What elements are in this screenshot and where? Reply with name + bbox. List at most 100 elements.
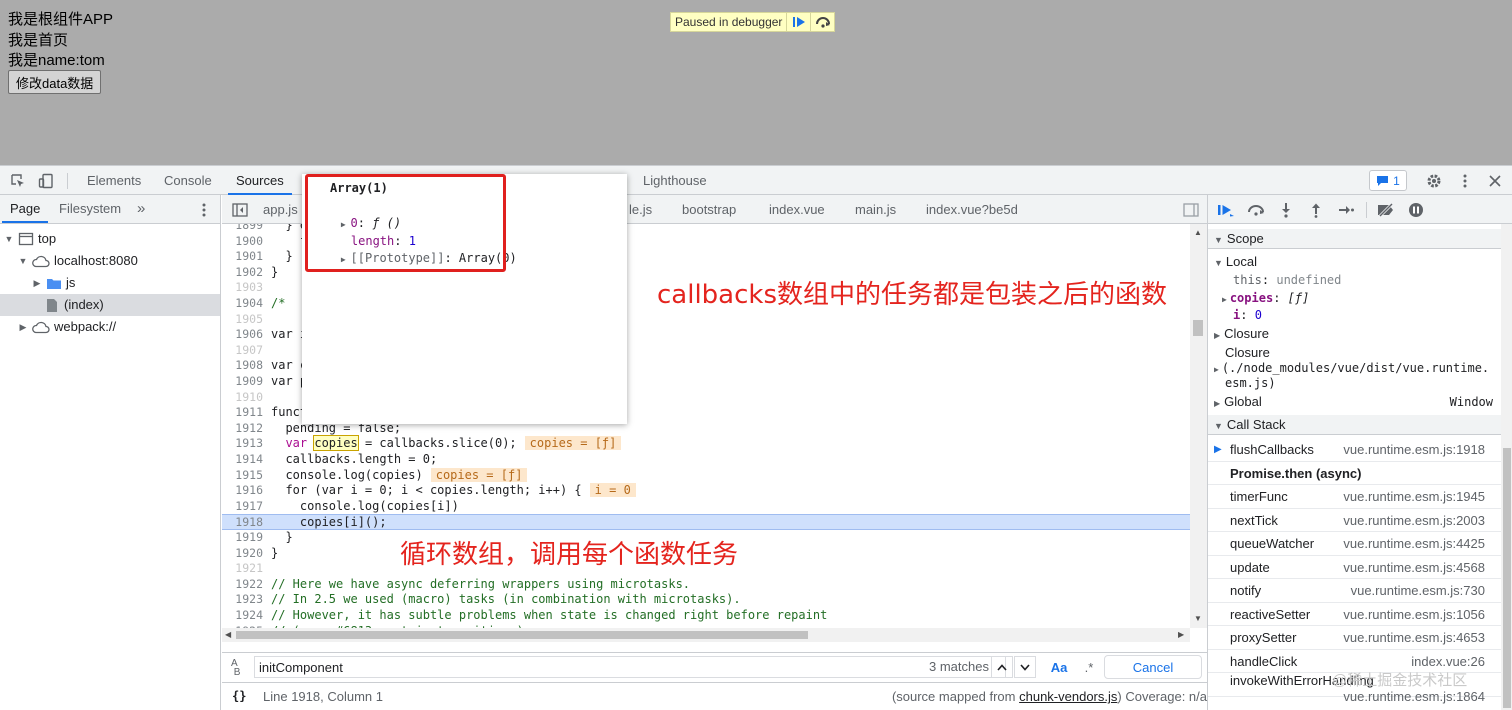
close-icon[interactable] bbox=[1486, 172, 1504, 190]
search-next-chevron-down-icon[interactable] bbox=[1014, 656, 1036, 678]
scope-global[interactable]: ▶ Global Window bbox=[1214, 394, 1493, 412]
line-number[interactable]: 1907 bbox=[222, 343, 263, 359]
search-input[interactable] bbox=[254, 656, 1006, 678]
call-frame[interactable]: proxySetter vue.runtime.esm.js:4653 bbox=[1208, 626, 1501, 650]
line-number[interactable]: 1916 bbox=[222, 483, 263, 499]
code-line[interactable]: 1914 callbacks.length = 0; bbox=[222, 452, 1190, 468]
step-into-icon[interactable] bbox=[1276, 200, 1296, 220]
scroll-left-arrow-icon[interactable]: ◀ bbox=[225, 630, 231, 639]
hovered-variable[interactable]: copies bbox=[313, 435, 359, 452]
tree-item-webpack[interactable]: ▶ webpack:// bbox=[0, 316, 220, 338]
code-line[interactable]: 1915 console.log(copies) copies = [ƒ] bbox=[222, 467, 1190, 484]
horizontal-scrollbar[interactable]: ◀ ▶ bbox=[222, 628, 1190, 642]
call-frame[interactable]: update vue.runtime.esm.js:4568 bbox=[1208, 556, 1501, 579]
line-number[interactable]: 1912 bbox=[222, 421, 263, 437]
code-line[interactable]: 1916 for (var i = 0; i < copies.length; … bbox=[222, 483, 1190, 499]
more-tabs-chevron-icon[interactable]: » bbox=[137, 195, 145, 223]
line-number[interactable]: 1919 bbox=[222, 530, 263, 546]
toggle-navigator-icon[interactable] bbox=[231, 201, 249, 219]
vertical-scrollbar[interactable]: ▲ ▼ bbox=[1190, 224, 1207, 628]
scroll-up-arrow-icon[interactable]: ▲ bbox=[1194, 228, 1202, 237]
line-number[interactable]: 1902 bbox=[222, 265, 263, 281]
scope-var-i[interactable]: i: 0 bbox=[1233, 307, 1262, 323]
tree-item-localhost[interactable]: ▼ localhost:8080 bbox=[0, 250, 220, 272]
file-tab-index-vue[interactable]: index.vue bbox=[769, 195, 825, 224]
source-map-link[interactable]: chunk-vendors.js bbox=[1019, 689, 1117, 704]
line-number[interactable]: 1921 bbox=[222, 561, 263, 577]
line-number[interactable]: 1917 bbox=[222, 499, 263, 515]
call-frame[interactable]: queueWatcher vue.runtime.esm.js:4425 bbox=[1208, 532, 1501, 556]
tree-item-js[interactable]: ▶ js bbox=[0, 272, 220, 294]
pause-on-exceptions-icon[interactable] bbox=[1406, 200, 1426, 220]
line-number[interactable]: 1900 bbox=[222, 234, 263, 250]
line-number[interactable]: 1923 bbox=[222, 592, 263, 608]
step-icon[interactable] bbox=[1336, 200, 1356, 220]
line-number[interactable]: 1920 bbox=[222, 546, 263, 562]
line-number[interactable]: 1906 bbox=[222, 327, 263, 343]
call-frame[interactable]: notify vue.runtime.esm.js:730 bbox=[1208, 579, 1501, 603]
tree-item-top[interactable]: ▼ top bbox=[0, 228, 220, 250]
code-line[interactable]: 1922 // Here we have async deferring wrap… bbox=[222, 577, 1190, 593]
regex-button[interactable]: .* bbox=[1078, 656, 1100, 678]
match-case-button[interactable]: Aa bbox=[1048, 656, 1070, 678]
line-number[interactable]: 1903 bbox=[222, 280, 263, 296]
navigator-menu-icon[interactable] bbox=[195, 201, 213, 219]
search-prev-chevron-up-icon[interactable] bbox=[991, 656, 1013, 678]
pretty-print-braces-icon[interactable]: {} bbox=[232, 689, 246, 703]
deactivate-breakpoints-icon[interactable] bbox=[1376, 200, 1396, 220]
more-vertical-icon[interactable] bbox=[1456, 172, 1474, 190]
code-line[interactable]: 1924 // However, it has subtle problems w… bbox=[222, 608, 1190, 624]
file-tab-bootstrap[interactable]: bootstrap bbox=[682, 195, 736, 224]
line-number[interactable]: 1922 bbox=[222, 577, 263, 593]
call-frame[interactable]: reactiveSetter vue.runtime.esm.js:1056 bbox=[1208, 603, 1501, 626]
line-number[interactable]: 1901 bbox=[222, 249, 263, 265]
step-over-icon[interactable] bbox=[1246, 200, 1266, 220]
line-number[interactable]: 1904 bbox=[222, 296, 263, 312]
resume-icon[interactable] bbox=[1216, 200, 1236, 220]
scope-var-copies[interactable]: ▶ copies: [ƒ] bbox=[1222, 290, 1309, 308]
scope-section-header[interactable]: ▼ Scope bbox=[1208, 229, 1501, 249]
scroll-thumb[interactable] bbox=[1193, 320, 1203, 336]
code-line[interactable]: 1913 var copies = callbacks.slice(0); cop… bbox=[222, 435, 1190, 452]
line-number[interactable]: 1913 bbox=[222, 436, 263, 452]
gear-icon[interactable] bbox=[1425, 172, 1443, 190]
file-tab-index-vue-be5d[interactable]: index.vue?be5d bbox=[926, 195, 1018, 224]
line-number[interactable]: 1911 bbox=[222, 405, 263, 421]
tab-filesystem[interactable]: Filesystem bbox=[59, 195, 121, 223]
replace-toggle-icon[interactable]: A B bbox=[231, 659, 240, 678]
scroll-down-arrow-icon[interactable]: ▼ bbox=[1194, 614, 1202, 623]
call-frame[interactable]: ▶ flushCallbacks vue.runtime.esm.js:1918 bbox=[1208, 438, 1501, 462]
inspect-element-icon[interactable] bbox=[9, 172, 27, 190]
code-line[interactable]: 1923 // In 2.5 we used (macro) tasks (in … bbox=[222, 592, 1190, 608]
line-number[interactable]: 1899 bbox=[222, 224, 263, 234]
line-number[interactable]: 1924 bbox=[222, 608, 263, 624]
scope-var-this[interactable]: this: undefined bbox=[1233, 272, 1341, 288]
line-number[interactable]: 1908 bbox=[222, 358, 263, 374]
tab-sources[interactable]: Sources bbox=[228, 166, 292, 195]
code-line[interactable]: 1917 console.log(copies[i]) bbox=[222, 499, 1190, 515]
scroll-right-arrow-icon[interactable]: ▶ bbox=[1178, 630, 1184, 639]
modify-data-button[interactable]: 修改data数据 bbox=[8, 70, 102, 94]
line-number[interactable]: 1914 bbox=[222, 452, 263, 468]
line-number[interactable]: 1909 bbox=[222, 374, 263, 390]
sidebar-scrollbar[interactable] bbox=[1501, 224, 1512, 710]
file-tab-main-js[interactable]: main.js bbox=[855, 195, 896, 224]
scroll-thumb[interactable] bbox=[236, 631, 808, 639]
cancel-search-button[interactable]: Cancel bbox=[1104, 655, 1202, 679]
scroll-thumb[interactable] bbox=[1503, 448, 1511, 708]
step-over-icon[interactable] bbox=[810, 13, 834, 31]
file-tab-app-js[interactable]: app.js bbox=[263, 195, 298, 224]
line-number[interactable]: 1910 bbox=[222, 390, 263, 406]
toggle-debugger-sidebar-icon[interactable] bbox=[1182, 201, 1200, 219]
tab-page[interactable]: Page bbox=[2, 195, 49, 223]
resume-icon[interactable] bbox=[786, 13, 810, 31]
scope-closure[interactable]: ▶ Closure bbox=[1214, 326, 1269, 344]
scope-closure-vue[interactable]: Closure bbox=[1225, 345, 1270, 361]
call-stack-section-header[interactable]: ▼ Call Stack bbox=[1208, 415, 1501, 435]
line-number[interactable]: 1905 bbox=[222, 312, 263, 328]
line-number[interactable]: 1915 bbox=[222, 468, 263, 484]
step-out-icon[interactable] bbox=[1306, 200, 1326, 220]
device-toolbar-icon[interactable] bbox=[37, 172, 55, 190]
tab-lighthouse[interactable]: Lighthouse bbox=[643, 166, 707, 195]
tab-elements[interactable]: Elements bbox=[87, 166, 141, 195]
